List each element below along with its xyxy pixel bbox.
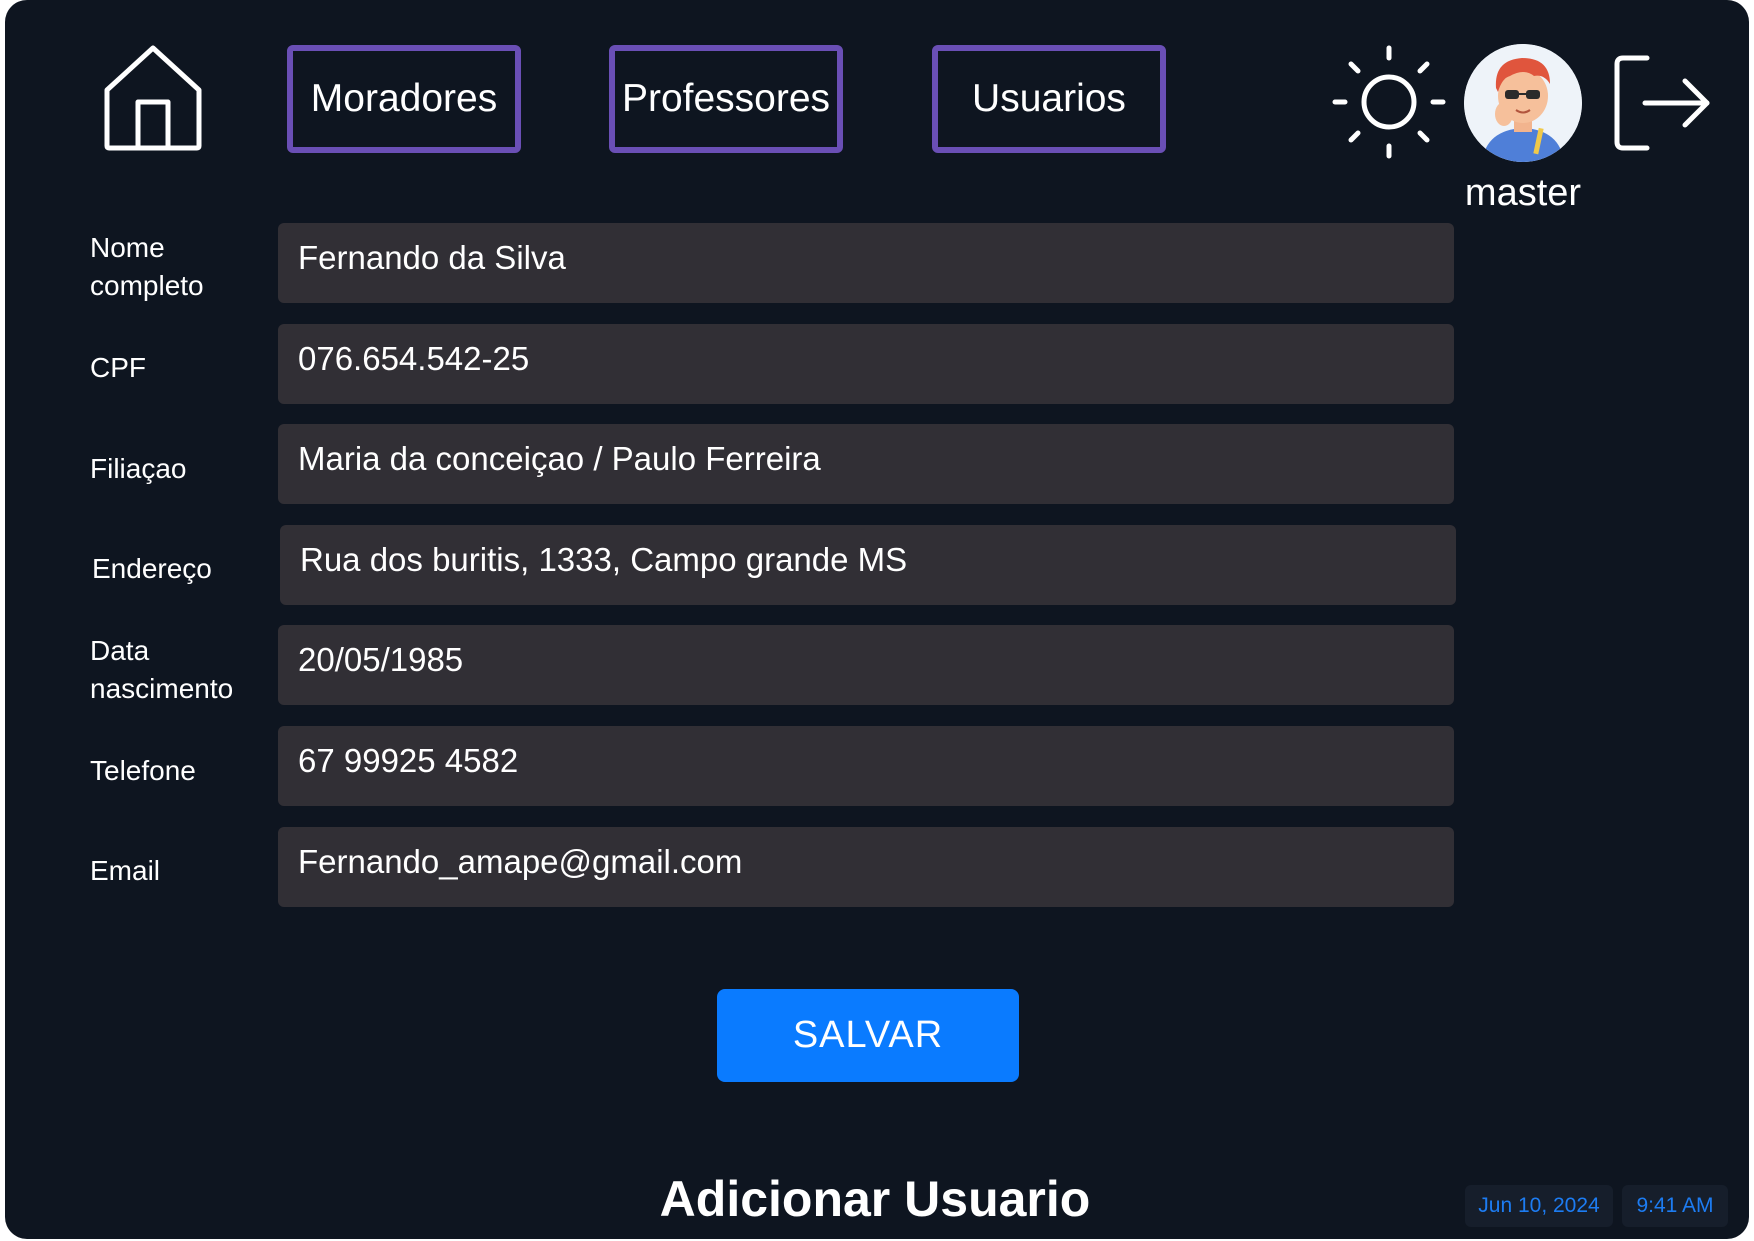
data-nascimento-input[interactable]: 20/05/1985	[278, 625, 1454, 705]
tab-professores[interactable]: Professores	[609, 45, 843, 153]
label-email: Email	[90, 855, 161, 886]
label-endereco: Endereço	[92, 553, 212, 584]
avatar[interactable]	[1464, 44, 1582, 162]
label-data-nascimento: Data nascimento	[90, 635, 234, 704]
label-cpf: CPF	[90, 352, 146, 383]
cpf-input[interactable]: 076.654.542-25	[278, 324, 1454, 404]
home-icon[interactable]	[101, 42, 205, 154]
tab-moradores[interactable]: Moradores	[287, 45, 521, 153]
nome-completo-input[interactable]: Fernando da Silva	[278, 223, 1454, 303]
filiacao-input[interactable]: Maria da conceiçao / Paulo Ferreira	[278, 424, 1454, 504]
app-window: Moradores Professores Usuarios master No…	[5, 0, 1749, 1239]
tab-usuarios[interactable]: Usuarios	[932, 45, 1166, 153]
logout-icon[interactable]	[1613, 54, 1713, 152]
email-input[interactable]: Fernando_amape@gmail.com	[278, 827, 1454, 907]
sun-icon[interactable]	[1331, 44, 1447, 160]
date-chip: Jun 10, 2024	[1465, 1185, 1613, 1227]
username: master	[1464, 172, 1582, 214]
page-title: Adicionar Usuario	[659, 1171, 1091, 1227]
endereco-input[interactable]: Rua dos buritis, 1333, Campo grande MS	[280, 525, 1456, 605]
telefone-input[interactable]: 67 99925 4582	[278, 726, 1454, 806]
label-telefone: Telefone	[90, 755, 196, 786]
save-button[interactable]: SALVAR	[717, 989, 1019, 1082]
time-chip: 9:41 AM	[1622, 1185, 1728, 1227]
label-nome-completo: Nome completo	[90, 232, 204, 301]
label-filiacao: Filiaçao	[90, 453, 187, 484]
